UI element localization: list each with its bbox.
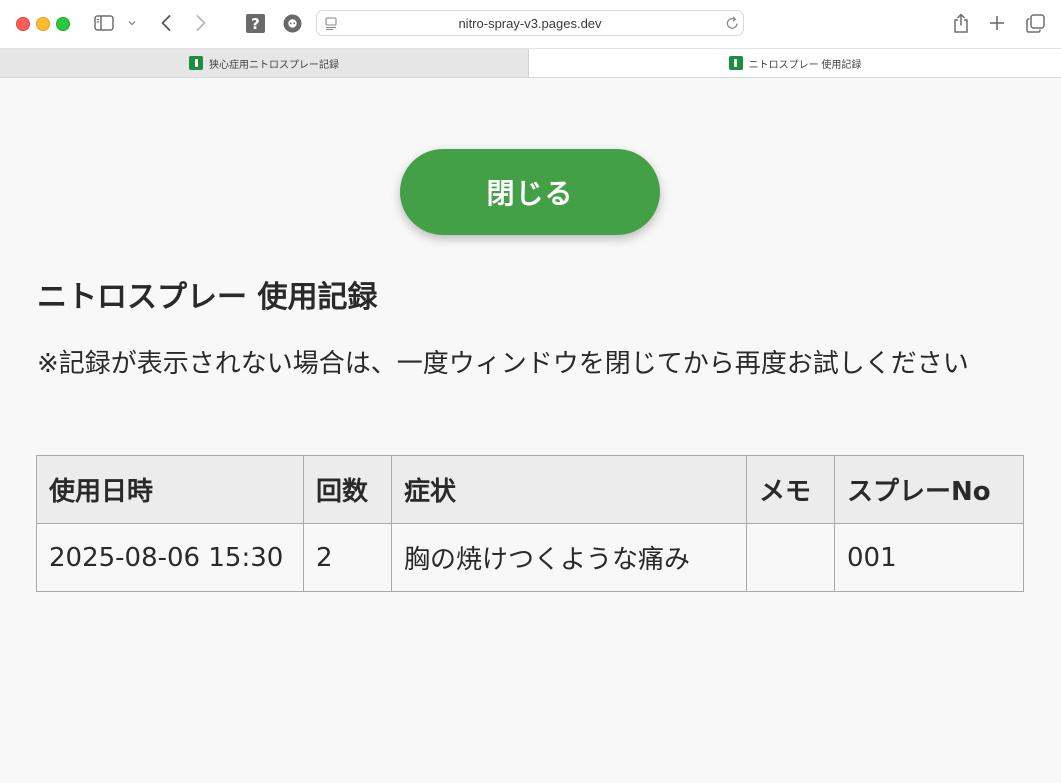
reload-icon[interactable]: [725, 15, 739, 31]
minimize-window-button[interactable]: [36, 17, 50, 31]
tab-bar: 狭心症用ニトロスプレー記録 ニトロスプレー 使用記録: [0, 49, 1061, 78]
help-icon[interactable]: ?: [245, 12, 265, 34]
browser-window: ? nitro-spray-v3.pages.dev 狭心症用ニトロスプレー記録…: [0, 0, 1061, 783]
forward-icon[interactable]: [192, 12, 210, 34]
page-content: 閉じる ニトロスプレー 使用記録 ※記録が表示されない場合は、一度ウィンドウを閉…: [0, 78, 1061, 783]
table-header-row: 使用日時 回数 症状 メモ スプレーNo: [36, 455, 1024, 524]
tab-title: ニトロスプレー 使用記録: [748, 59, 862, 71]
table-row: 2025-08-06 15:30 2 胸の焼けつくような痛み 001: [36, 523, 1024, 592]
new-tab-icon[interactable]: [987, 12, 1007, 34]
cell-datetime: 2025-08-06 15:30: [36, 523, 304, 592]
close-button[interactable]: 閉じる: [400, 149, 660, 235]
header-spray-no: スプレーNo: [834, 455, 1024, 524]
header-count: 回数: [303, 455, 392, 524]
zoom-window-button[interactable]: [56, 17, 70, 31]
sidebar-icon[interactable]: [93, 12, 115, 34]
url-text: nitro-spray-v3.pages.dev: [458, 16, 602, 31]
header-symptom: 症状: [391, 455, 747, 524]
cell-count: 2: [303, 523, 392, 592]
records-table: 使用日時 回数 症状 メモ スプレーNo 2025-08-06 15:30 2 …: [36, 455, 1024, 592]
tab-inactive[interactable]: 狭心症用ニトロスプレー記録: [0, 49, 529, 77]
page-title: ニトロスプレー 使用記録: [37, 280, 378, 315]
spray-favicon-icon: [189, 56, 203, 70]
browser-toolbar: ? nitro-spray-v3.pages.dev: [0, 0, 1061, 49]
cell-symptom: 胸の焼けつくような痛み: [391, 523, 747, 592]
chevron-down-icon[interactable]: [126, 12, 138, 34]
close-window-button[interactable]: [16, 17, 30, 31]
header-datetime: 使用日時: [36, 455, 304, 524]
tab-title: 狭心症用ニトロスプレー記録: [209, 59, 339, 71]
tab-active[interactable]: ニトロスプレー 使用記録: [529, 49, 1061, 77]
cell-spray-no: 001: [834, 523, 1024, 592]
cell-memo: [746, 523, 835, 592]
back-icon[interactable]: [157, 12, 175, 34]
header-memo: メモ: [746, 455, 835, 524]
privacy-icon[interactable]: [282, 12, 302, 34]
tab-overview-icon[interactable]: [1024, 12, 1046, 34]
svg-text:?: ?: [251, 15, 260, 33]
notice-text: ※記録が表示されない場合は、一度ウィンドウを閉じてから再度お試しください: [37, 349, 969, 379]
address-bar[interactable]: nitro-spray-v3.pages.dev: [316, 10, 744, 36]
share-icon[interactable]: [951, 12, 971, 34]
spray-favicon-icon: [728, 56, 743, 70]
